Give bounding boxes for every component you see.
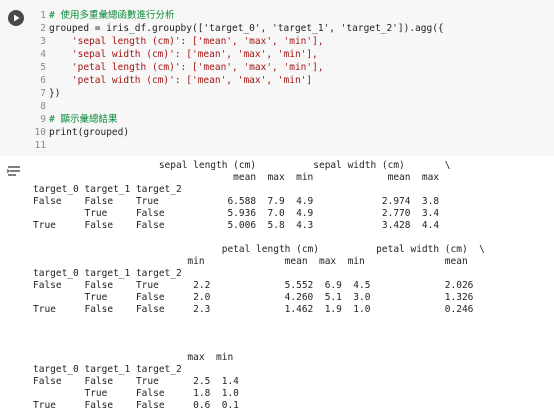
line-number: 4 — [40, 49, 46, 60]
output-line: True False 5.936 7.0 4.9 2.770 3.4 — [33, 208, 440, 219]
output-line: False False True 2.2 5.552 6.9 4.5 2.026 — [33, 280, 474, 291]
output-toggle-button[interactable] — [6, 163, 22, 177]
output-line: True False 1.8 1.0 — [33, 388, 239, 399]
code-text: # 顯示彙總結果 — [49, 114, 118, 125]
line-number: 11 — [34, 140, 46, 151]
play-icon — [14, 14, 20, 22]
output-line: sepal length (cm) sepal width (cm) \ — [33, 160, 451, 171]
code-text: 'sepal width (cm)': ['mean', 'max', 'min… — [49, 49, 318, 60]
line-number: 1 — [40, 10, 46, 21]
code-line: 6 'petal width (cm)': ['mean', 'max', 'm… — [26, 75, 312, 86]
output-toggle-icon — [6, 166, 20, 176]
output-line: max min — [33, 352, 234, 363]
code-text: grouped = iris_df.groupby(['target_0', '… — [49, 23, 444, 34]
output-line: min mean max min mean — [33, 256, 468, 267]
code-cell[interactable]: 1 # 使用多重彙總函數進行分析 2 grouped = iris_df.group… — [0, 0, 554, 156]
code-line: 7}) — [26, 88, 60, 99]
output-line: True False False 0.6 0.1 — [33, 400, 239, 411]
code-text: print(grouped) — [49, 127, 130, 138]
code-text: 'sepal length (cm)': ['mean', 'max', 'mi… — [49, 36, 324, 47]
code-line: 10 print(grouped) — [26, 127, 130, 138]
code-line: 3 'sepal length (cm)': ['mean', 'max', '… — [26, 36, 324, 47]
output-line: target_0 target_1 target_2 — [33, 184, 182, 195]
output-line: False False True 6.588 7.9 4.9 2.974 3.8 — [33, 196, 440, 207]
code-line: 11 — [26, 140, 49, 151]
line-number: 2 — [40, 23, 46, 34]
line-number: 6 — [40, 75, 46, 86]
code-line: 5 'petal length (cm)': ['mean', 'max', '… — [26, 62, 324, 73]
cell-output: sepal length (cm) sepal width (cm) \ mea… — [33, 160, 485, 412]
line-number: 7 — [40, 88, 46, 99]
output-line: False False True 2.5 1.4 — [33, 376, 239, 387]
output-line: target_0 target_1 target_2 — [33, 364, 182, 375]
output-line: target_0 target_1 target_2 — [33, 268, 182, 279]
code-text: }) — [49, 88, 61, 99]
line-number: 9 — [40, 114, 46, 125]
output-line: True False 2.0 4.260 5.1 3.0 1.326 — [33, 292, 474, 303]
code-line: 9 # 顯示彙總結果 — [26, 114, 117, 125]
output-line: petal length (cm) petal width (cm) \ — [33, 244, 485, 255]
code-line: 1 # 使用多重彙總函數進行分析 — [26, 10, 174, 21]
line-number: 8 — [40, 101, 46, 112]
line-number: 5 — [40, 62, 46, 73]
code-text: 'petal length (cm)': ['mean', 'max', 'mi… — [49, 62, 324, 73]
run-cell-button[interactable] — [8, 10, 24, 26]
code-line: 2 grouped = iris_df.groupby(['target_0', … — [26, 23, 444, 34]
output-line: mean max min mean max — [33, 172, 440, 183]
output-line: True False False 2.3 1.462 1.9 1.0 0.246 — [33, 304, 474, 315]
code-line: 4 'sepal width (cm)': ['mean', 'max', 'm… — [26, 49, 318, 60]
code-editor[interactable]: 1 # 使用多重彙總函數進行分析 2 grouped = iris_df.group… — [26, 9, 444, 152]
line-number: 3 — [40, 36, 46, 47]
line-number: 10 — [34, 127, 46, 138]
code-text: # 使用多重彙總函數進行分析 — [49, 10, 175, 21]
code-line: 8 — [26, 101, 49, 112]
code-text: 'petal width (cm)': ['mean', 'max', 'min… — [49, 75, 313, 86]
output-line: True False False 5.006 5.8 4.3 3.428 4.4 — [33, 220, 440, 231]
